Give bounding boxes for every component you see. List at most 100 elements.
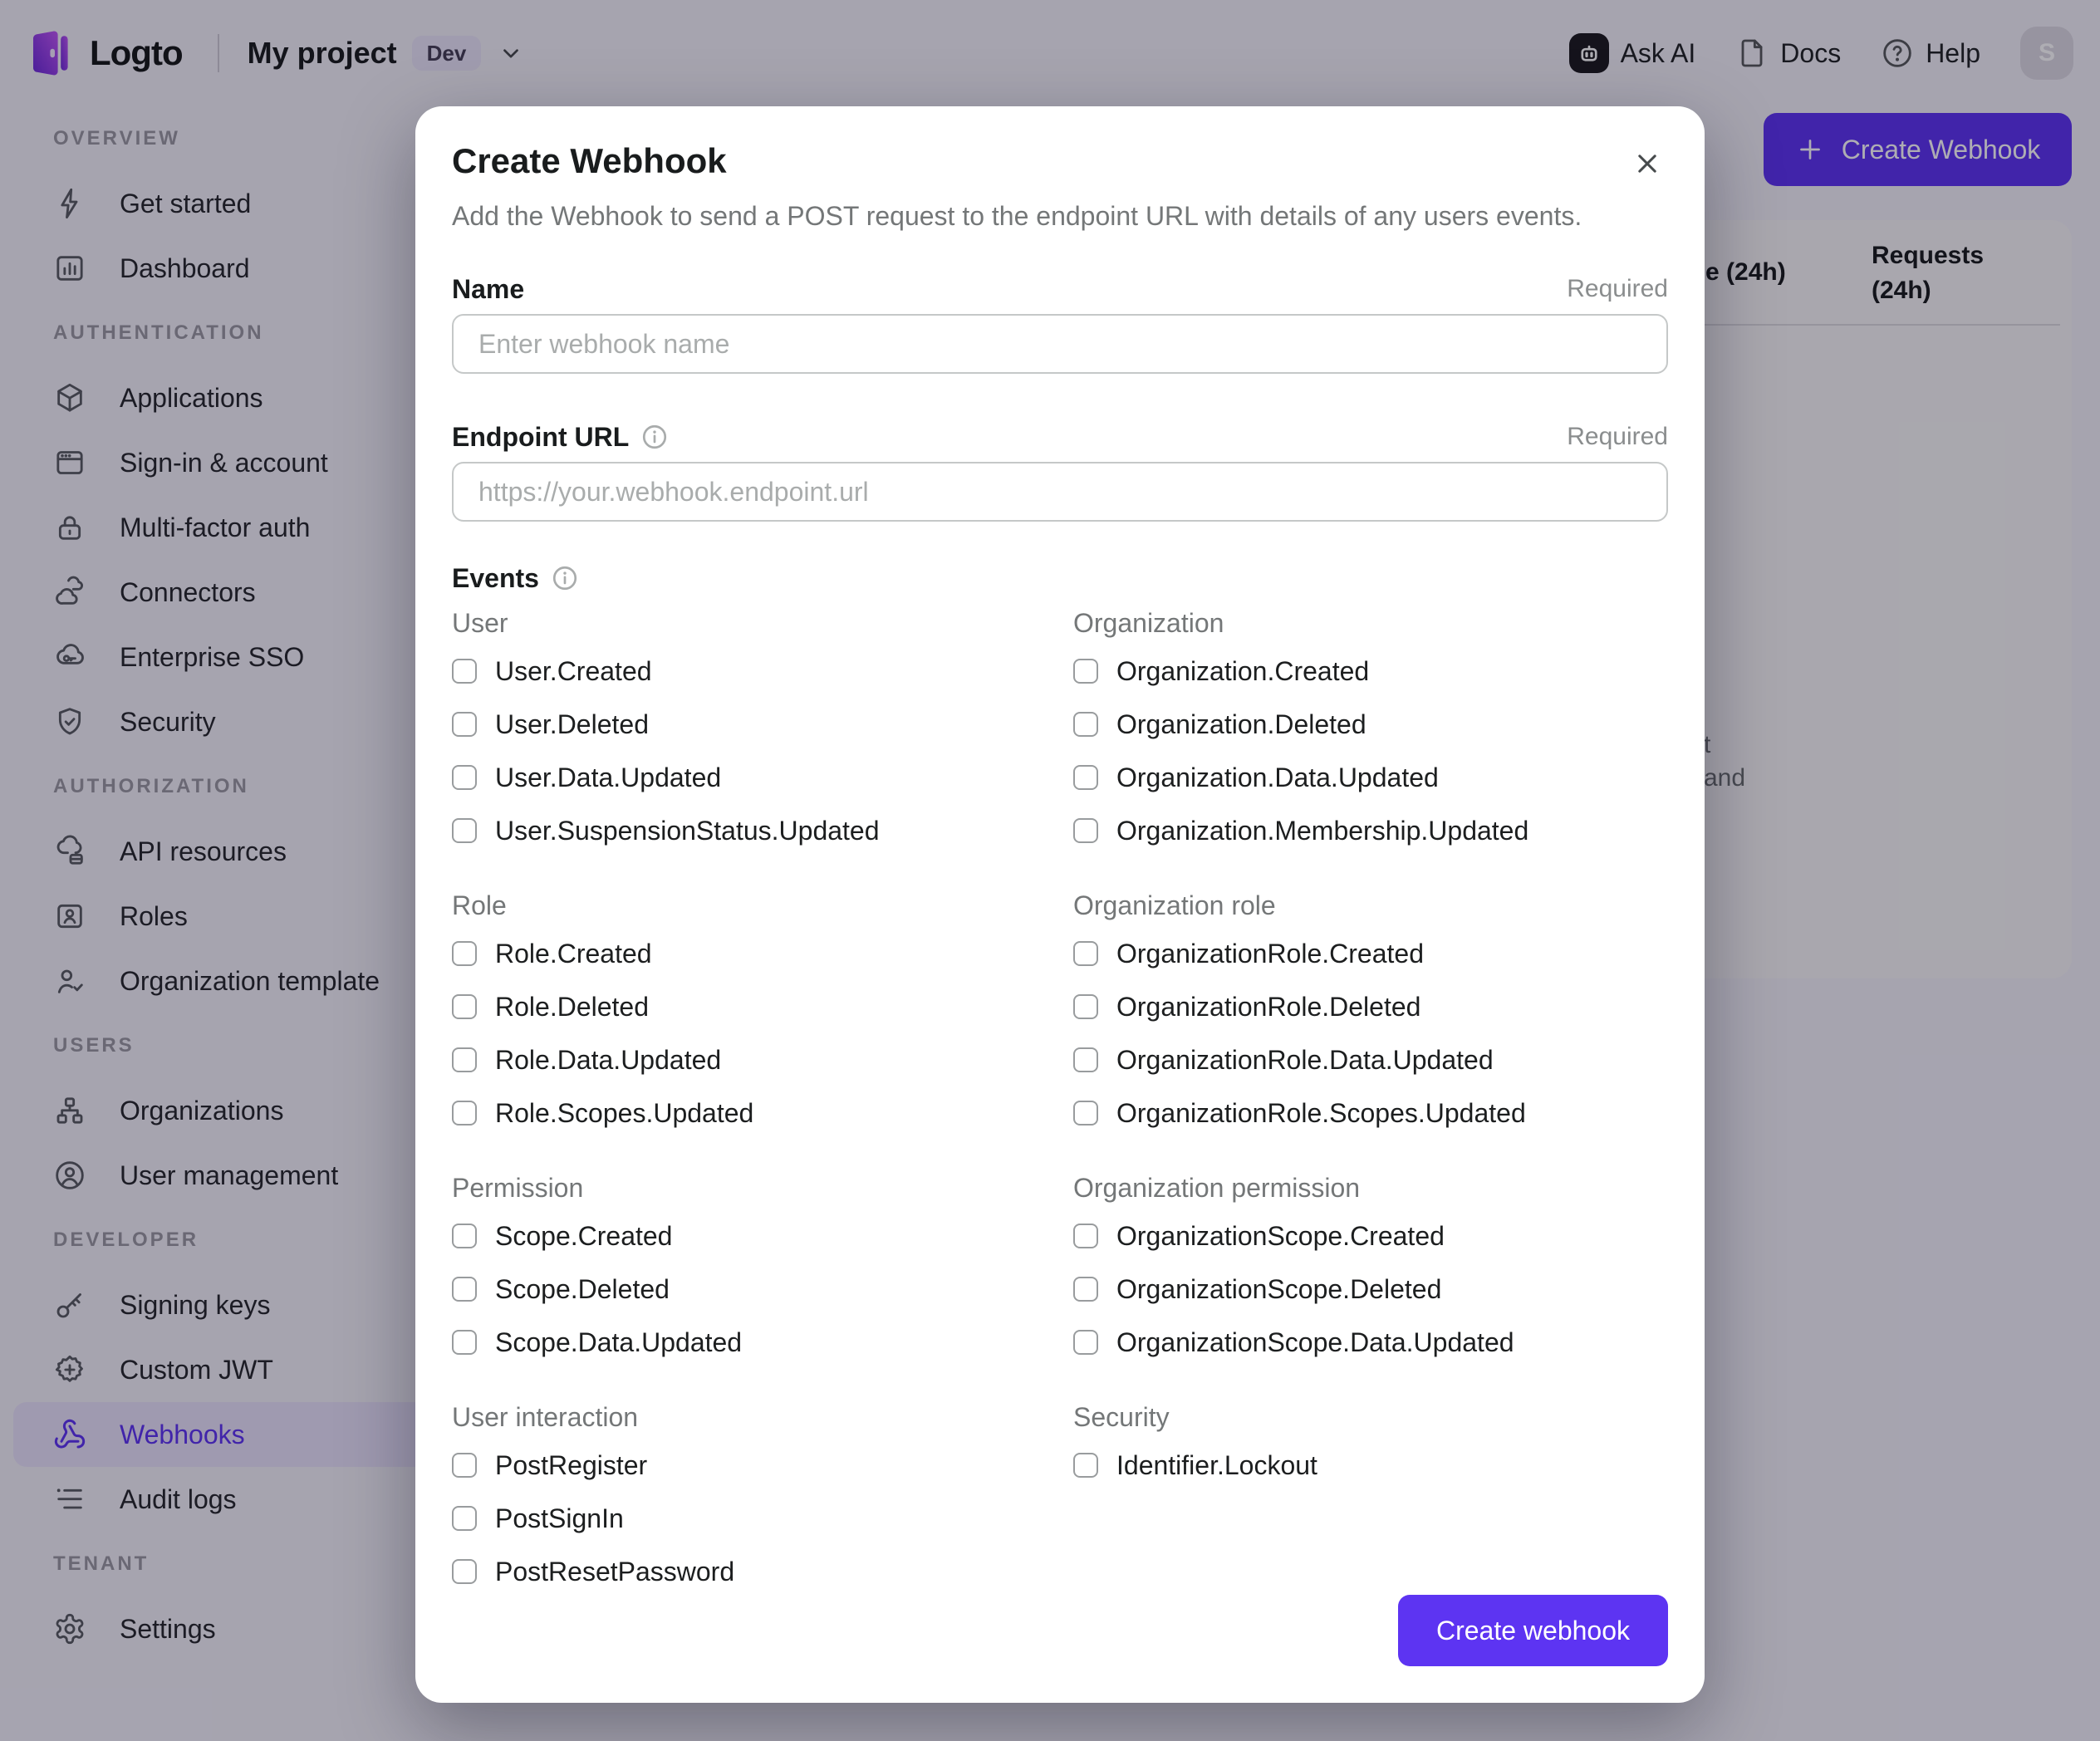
event-checkbox-row[interactable]: Scope.Data.Updated	[452, 1327, 1047, 1357]
event-checkbox-row[interactable]: Role.Deleted	[452, 991, 1047, 1022]
checkbox[interactable]	[1073, 1101, 1098, 1126]
event-checkbox-row[interactable]: Organization.Membership.Updated	[1073, 815, 1668, 846]
event-checkbox-row[interactable]: OrganizationScope.Created	[1073, 1220, 1668, 1251]
event-checkbox-row[interactable]: OrganizationRole.Data.Updated	[1073, 1044, 1668, 1075]
checkbox[interactable]	[452, 765, 477, 790]
event-label: User.Created	[495, 655, 652, 686]
event-checkbox-row[interactable]: User.Created	[452, 655, 1047, 686]
checkbox[interactable]	[1073, 1453, 1098, 1478]
event-checkbox-row[interactable]: OrganizationScope.Deleted	[1073, 1273, 1668, 1304]
event-group-title: Organization role	[1073, 890, 1276, 920]
checkbox[interactable]	[452, 659, 477, 684]
event-label: OrganizationRole.Data.Updated	[1116, 1044, 1494, 1075]
checkbox[interactable]	[1073, 1330, 1098, 1355]
event-label: OrganizationScope.Deleted	[1116, 1273, 1442, 1304]
event-label: Organization.Created	[1116, 655, 1370, 686]
event-checkbox-row[interactable]: User.SuspensionStatus.Updated	[452, 815, 1047, 846]
checkbox[interactable]	[452, 994, 477, 1019]
checkbox[interactable]	[1073, 1224, 1098, 1248]
event-label: OrganizationRole.Scopes.Updated	[1116, 1097, 1526, 1128]
event-checkbox-row[interactable]: Organization.Data.Updated	[1073, 763, 1668, 792]
modal-title: Create Webhook	[452, 141, 727, 180]
event-label: Role.Deleted	[495, 991, 649, 1022]
checkbox[interactable]	[452, 818, 477, 843]
event-checkbox-row[interactable]: Organization.Created	[1073, 655, 1668, 686]
event-label: User.SuspensionStatus.Updated	[495, 815, 880, 846]
checkbox[interactable]	[452, 712, 477, 737]
checkbox[interactable]	[452, 1047, 477, 1072]
event-checkbox-row[interactable]: Scope.Deleted	[452, 1273, 1047, 1304]
endpoint-url-label: Endpoint URL	[452, 421, 630, 452]
checkbox[interactable]	[452, 1506, 477, 1531]
event-group-organization: Organization Organization.Created Organi…	[1073, 608, 1668, 870]
info-icon[interactable]	[640, 423, 669, 451]
webhook-name-input[interactable]	[452, 314, 1668, 374]
checkbox[interactable]	[452, 1277, 477, 1302]
event-group-organization-permission: Organization permission OrganizationScop…	[1073, 1173, 1668, 1382]
event-label: User.Deleted	[495, 709, 649, 739]
checkbox[interactable]	[452, 1559, 477, 1584]
checkbox[interactable]	[1073, 659, 1098, 684]
event-checkbox-row[interactable]: User.Deleted	[452, 709, 1047, 739]
event-label: OrganizationRole.Deleted	[1116, 991, 1421, 1022]
event-label: OrganizationRole.Created	[1116, 938, 1424, 969]
event-group-title: User interaction	[452, 1402, 639, 1432]
event-label: Organization.Deleted	[1116, 709, 1366, 739]
event-label: Role.Created	[495, 938, 652, 969]
checkbox[interactable]	[1073, 941, 1098, 966]
event-checkbox-row[interactable]: OrganizationRole.Created	[1073, 938, 1668, 969]
event-checkbox-row[interactable]: Role.Created	[452, 938, 1047, 969]
checkbox[interactable]	[1073, 765, 1098, 790]
event-label: Scope.Deleted	[495, 1273, 670, 1304]
event-label: PostRegister	[495, 1449, 648, 1480]
event-label: Scope.Created	[495, 1220, 673, 1251]
event-group-title: Security	[1073, 1402, 1170, 1432]
event-label: Organization.Membership.Updated	[1116, 815, 1529, 846]
checkbox[interactable]	[1073, 1277, 1098, 1302]
required-hint: Required	[1567, 423, 1668, 450]
event-group-title: Role	[452, 890, 507, 920]
event-group-organization-role: Organization role OrganizationRole.Creat…	[1073, 890, 1668, 1153]
checkbox[interactable]	[1073, 994, 1098, 1019]
event-checkbox-row[interactable]: Identifier.Lockout	[1073, 1449, 1668, 1480]
event-group-title: Permission	[452, 1173, 584, 1203]
checkbox[interactable]	[452, 1453, 477, 1478]
event-checkbox-row[interactable]: OrganizationScope.Data.Updated	[1073, 1327, 1668, 1357]
event-group-title: Organization permission	[1073, 1173, 1361, 1203]
events-label: Events	[452, 562, 539, 593]
submit-create-webhook-button[interactable]: Create webhook	[1397, 1595, 1668, 1666]
event-group-security: Security Identifier.Lockout	[1073, 1402, 1668, 1611]
event-checkbox-row[interactable]: User.Data.Updated	[452, 762, 1047, 792]
create-webhook-modal: Create Webhook Add the Webhook to send a…	[415, 106, 1705, 1703]
checkbox[interactable]	[1073, 712, 1098, 737]
event-label: OrganizationScope.Created	[1116, 1220, 1445, 1251]
event-checkbox-row[interactable]: Role.Scopes.Updated	[452, 1097, 1047, 1128]
event-group-role: Role Role.Created Role.Deleted Role.Data…	[452, 890, 1047, 1153]
event-checkbox-row[interactable]: PostResetPassword	[452, 1557, 1047, 1587]
checkbox[interactable]	[452, 1101, 477, 1126]
modal-description: Add the Webhook to send a POST request t…	[452, 201, 1582, 231]
event-group-user-interaction: User interaction PostRegister PostSignIn…	[452, 1402, 1047, 1611]
event-checkbox-row[interactable]: OrganizationRole.Scopes.Updated	[1073, 1097, 1668, 1128]
event-group-title: Organization	[1073, 608, 1224, 638]
event-label: PostSignIn	[495, 1503, 624, 1533]
checkbox[interactable]	[452, 1330, 477, 1355]
info-icon[interactable]	[551, 564, 579, 592]
event-label: User.Data.Updated	[495, 762, 722, 792]
event-checkbox-row[interactable]: Organization.Deleted	[1073, 709, 1668, 739]
event-checkbox-row[interactable]: OrganizationRole.Deleted	[1073, 991, 1668, 1022]
checkbox[interactable]	[1073, 1047, 1098, 1072]
checkbox[interactable]	[452, 941, 477, 966]
close-button[interactable]	[1627, 143, 1668, 184]
event-checkbox-row[interactable]: Scope.Created	[452, 1220, 1047, 1251]
event-label: Role.Scopes.Updated	[495, 1097, 754, 1128]
event-checkbox-row[interactable]: PostRegister	[452, 1449, 1047, 1480]
event-label: Identifier.Lockout	[1116, 1449, 1317, 1480]
event-checkbox-row[interactable]: Role.Data.Updated	[452, 1045, 1047, 1075]
name-field-label: Name	[452, 273, 525, 304]
checkbox[interactable]	[452, 1224, 477, 1248]
checkbox[interactable]	[1073, 818, 1098, 843]
event-label: OrganizationScope.Data.Updated	[1116, 1327, 1514, 1357]
event-checkbox-row[interactable]: PostSignIn	[452, 1503, 1047, 1533]
endpoint-url-input[interactable]	[452, 462, 1668, 522]
